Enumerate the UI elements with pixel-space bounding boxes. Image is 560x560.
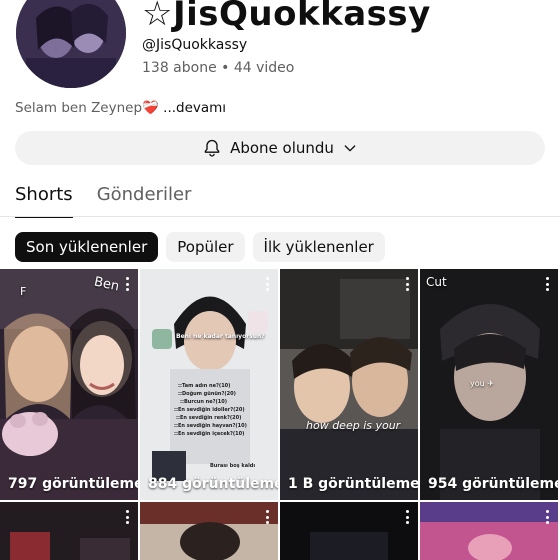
channel-bio[interactable]: Selam ben Zeynep❤️‍🩹 ...devamı: [15, 100, 226, 116]
short-image: ::Tam adın ne?(10) ::Doğum günün?(20) ::…: [140, 269, 278, 500]
sort-chips: Son yüklenenler Popüler İlk yüklenenler: [15, 232, 385, 262]
more-options-icon[interactable]: [122, 277, 132, 293]
more-options-icon[interactable]: [262, 510, 272, 526]
subscribed-button[interactable]: Abone olundu: [15, 131, 545, 165]
short-overlay-text-2: F: [20, 285, 27, 298]
chip-popular[interactable]: Popüler: [166, 232, 245, 262]
tab-shorts[interactable]: Shorts: [15, 184, 73, 218]
short-image: [420, 502, 558, 560]
short-thumbnail[interactable]: [280, 502, 418, 560]
svg-text:::Burcun ne?(10): ::Burcun ne?(10): [180, 399, 227, 405]
bio-more-link[interactable]: ...devamı: [159, 100, 226, 116]
short-thumbnail[interactable]: [420, 502, 558, 560]
bell-icon: [204, 139, 220, 157]
svg-text:::En sevdiğin içecek?(10): ::En sevdiğin içecek?(10): [174, 431, 244, 437]
tabs-divider: [0, 216, 560, 217]
avatar-image: [16, 0, 126, 88]
svg-text:::En sevdiğin hayvan?(10): ::En sevdiğin hayvan?(10): [174, 423, 247, 429]
chevron-down-icon: [344, 145, 356, 152]
svg-text:::Doğum günün?(20): ::Doğum günün?(20): [178, 391, 236, 397]
bio-text: Selam ben Zeynep❤️‍🩹: [15, 100, 159, 116]
short-thumbnail[interactable]: how deep is your 1 B görüntüleme: [280, 269, 418, 500]
more-options-icon[interactable]: [542, 510, 552, 526]
short-thumbnail[interactable]: Cut you ✈ 954 görüntüleme: [420, 269, 558, 500]
chip-oldest[interactable]: İlk yüklenenler: [252, 232, 385, 262]
more-options-icon[interactable]: [122, 510, 132, 526]
svg-text:::En sevdiğin renk?(20): ::En sevdiğin renk?(20): [176, 415, 241, 421]
short-image: [0, 502, 138, 560]
short-image: [280, 269, 418, 500]
channel-handle: @JisQuokkassy: [142, 37, 248, 53]
channel-name: ☆JisQuokkassy: [142, 0, 431, 34]
more-options-icon[interactable]: [262, 277, 272, 293]
short-image: [280, 502, 418, 560]
tab-posts[interactable]: Gönderiler: [97, 184, 192, 215]
short-overlay-text: Cut: [426, 275, 447, 289]
short-thumbnail[interactable]: [0, 502, 138, 560]
short-image: [0, 269, 138, 500]
more-options-icon[interactable]: [542, 277, 552, 293]
svg-text:::Tam adın ne?(10): ::Tam adın ne?(10): [178, 383, 230, 389]
subscribed-label: Abone olundu: [230, 139, 334, 157]
short-overlay-text: Beni ne kadar tanıyorsun?: [176, 333, 265, 340]
short-view-count: 884 görüntüleme: [148, 476, 278, 492]
channel-stats: 138 abone • 44 video: [142, 60, 295, 76]
short-view-count: 797 görüntüleme: [8, 476, 138, 492]
short-overlay-text: how deep is your: [306, 419, 401, 432]
channel-avatar[interactable]: [16, 0, 126, 88]
channel-tabs: Shorts Gönderiler: [15, 184, 192, 218]
short-thumbnail[interactable]: [140, 502, 278, 560]
svg-text:::En sevdiğin idoller?(20): ::En sevdiğin idoller?(20): [174, 407, 245, 413]
short-view-count: 1 B görüntüleme: [288, 476, 418, 492]
short-thumbnail[interactable]: Ben F 797 görüntüleme: [0, 269, 138, 500]
short-overlay-text-2: you ✈: [470, 379, 494, 388]
short-image: [140, 502, 278, 560]
short-thumbnail[interactable]: ::Tam adın ne?(10) ::Doğum günün?(20) ::…: [140, 269, 278, 500]
short-view-count: 954 görüntüleme: [428, 476, 558, 492]
svg-text:Burası boş kaldı: Burası boş kaldı: [210, 463, 255, 469]
more-options-icon[interactable]: [402, 277, 412, 293]
chip-latest[interactable]: Son yüklenenler: [15, 232, 159, 262]
more-options-icon[interactable]: [402, 510, 412, 526]
